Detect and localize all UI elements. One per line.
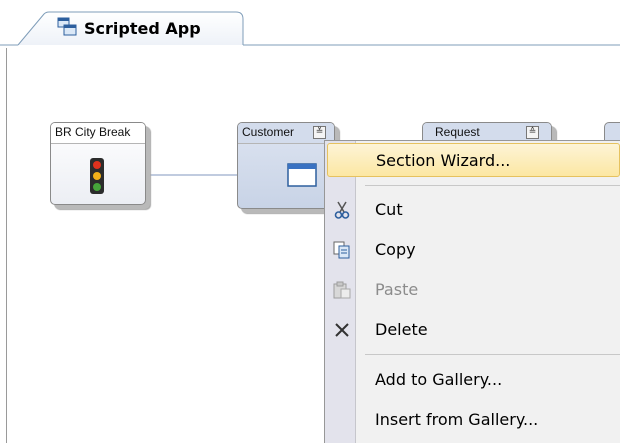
tab-label: Scripted App bbox=[84, 19, 201, 38]
traffic-light-icon bbox=[88, 157, 106, 195]
menu-item-cut[interactable]: Cut bbox=[327, 193, 620, 227]
window-icon bbox=[287, 163, 317, 187]
node-br-city-break[interactable]: BR City Break bbox=[50, 122, 146, 205]
menu-item-label: Add to Gallery... bbox=[375, 370, 503, 389]
collapse-toggle-icon[interactable]: ≙ bbox=[526, 126, 539, 139]
delete-x-icon bbox=[333, 321, 351, 339]
node-customer[interactable]: Customer ≚ bbox=[237, 122, 335, 209]
menu-item-copy[interactable]: Copy bbox=[327, 233, 620, 267]
collapse-toggle-icon[interactable]: ≚ bbox=[313, 126, 326, 139]
menu-item-section-wizard[interactable]: Section Wizard... bbox=[327, 143, 620, 177]
menu-separator bbox=[365, 354, 620, 355]
tab-strip: Scripted App bbox=[0, 0, 620, 48]
node-title: Request bbox=[435, 125, 480, 139]
tab-scripted-app[interactable]: Scripted App bbox=[56, 14, 242, 42]
node-title: Customer bbox=[242, 125, 295, 139]
menu-item-paste[interactable]: Paste bbox=[327, 273, 620, 307]
menu-item-insert-from-gallery[interactable]: Insert from Gallery... bbox=[327, 403, 620, 437]
copy-icon bbox=[333, 241, 351, 259]
scissors-icon bbox=[333, 201, 351, 219]
menu-item-label: Delete bbox=[375, 320, 428, 339]
menu-item-label: Paste bbox=[375, 280, 419, 299]
menu-separator bbox=[365, 185, 620, 186]
node-title: BR City Break bbox=[55, 125, 131, 139]
node-header: BR City Break bbox=[51, 123, 145, 144]
menu-item-label: Insert from Gallery... bbox=[375, 410, 539, 429]
menu-item-label: Cut bbox=[375, 200, 403, 219]
menu-item-add-to-gallery[interactable]: Add to Gallery... bbox=[327, 363, 620, 397]
app-icon bbox=[56, 16, 78, 38]
context-menu: Section Wizard... Cut Copy Paste Delete … bbox=[324, 140, 620, 443]
menu-item-delete[interactable]: Delete bbox=[327, 313, 620, 347]
menu-item-label: Section Wizard... bbox=[376, 151, 511, 170]
menu-item-label: Copy bbox=[375, 240, 416, 259]
node-header: Customer ≚ bbox=[238, 123, 334, 144]
paste-icon bbox=[333, 281, 351, 299]
